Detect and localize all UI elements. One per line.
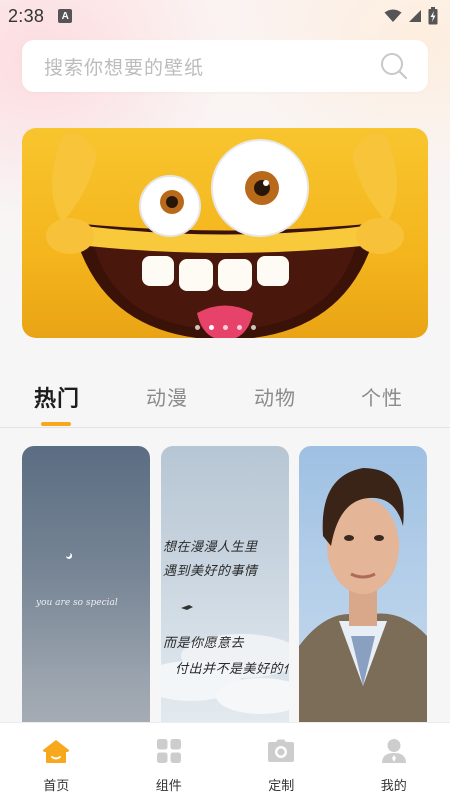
grid-icon — [155, 737, 183, 765]
clouds-image — [161, 605, 289, 714]
battery-icon — [428, 7, 438, 25]
nav-profile[interactable]: 我的 — [338, 723, 450, 801]
status-icons — [384, 7, 438, 25]
bottom-nav: 首页 组件 定制 我的 — [0, 722, 450, 801]
carousel-dot[interactable] — [222, 325, 228, 330]
tab-animals[interactable]: 动物 — [254, 382, 296, 411]
home-icon — [42, 737, 70, 765]
wallpaper-text-line: 付出并不是美好的代价 — [175, 662, 289, 677]
carousel-dot[interactable] — [194, 325, 200, 330]
tab-indicator — [41, 422, 71, 426]
wallpaper-card[interactable]: you are so special — [22, 446, 150, 726]
tab-anime[interactable]: 动漫 — [146, 382, 188, 411]
wifi-icon — [384, 9, 402, 22]
status-time: 2:38 — [8, 5, 45, 26]
person-icon — [380, 737, 408, 765]
wallpaper-grid: you are so special 想在漫漫人生里 遇到美好的事情 而是你愿意… — [22, 446, 428, 726]
wallpaper-caption: you are so special — [36, 598, 118, 608]
camera-icon — [267, 737, 295, 765]
nav-label: 组件 — [155, 779, 182, 794]
nav-widgets[interactable]: 组件 — [113, 723, 226, 801]
nav-home[interactable]: 首页 — [0, 723, 113, 801]
nav-label: 我的 — [380, 779, 407, 794]
category-tabs: 热门 动漫 动物 个性 — [0, 372, 450, 428]
search-input[interactable]: 搜索你想要的壁纸 — [44, 53, 204, 80]
tab-hot[interactable]: 热门 — [34, 381, 80, 413]
wallpaper-text-line: 遇到美好的事情 — [163, 564, 258, 579]
moon-icon — [66, 553, 72, 559]
status-bar: 2:38 A — [0, 0, 450, 32]
carousel-dot[interactable] — [236, 325, 242, 330]
banner-carousel[interactable] — [22, 128, 428, 338]
wallpaper-card[interactable] — [299, 446, 427, 726]
wallpaper-card[interactable]: 想在漫漫人生里 遇到美好的事情 而是你愿意去 付出并不是美好的代价 — [161, 446, 289, 726]
search-icon[interactable] — [380, 52, 408, 80]
portrait-image — [299, 468, 427, 726]
wallpaper-text-line: 想在漫漫人生里 — [163, 540, 258, 555]
nav-custom[interactable]: 定制 — [225, 723, 338, 801]
tab-personality[interactable]: 个性 — [361, 382, 403, 411]
carousel-dot[interactable] — [250, 325, 256, 330]
nav-label: 首页 — [43, 779, 70, 794]
search-bar[interactable]: 搜索你想要的壁纸 — [22, 40, 428, 92]
nav-label: 定制 — [268, 779, 295, 794]
notification-icon: A — [58, 9, 73, 23]
carousel-dots — [22, 325, 428, 330]
signal-icon — [409, 10, 421, 22]
smiley-monster-image — [46, 133, 404, 338]
carousel-dot-active[interactable] — [208, 325, 214, 330]
wallpaper-text-line: 而是你愿意去 — [163, 636, 245, 651]
